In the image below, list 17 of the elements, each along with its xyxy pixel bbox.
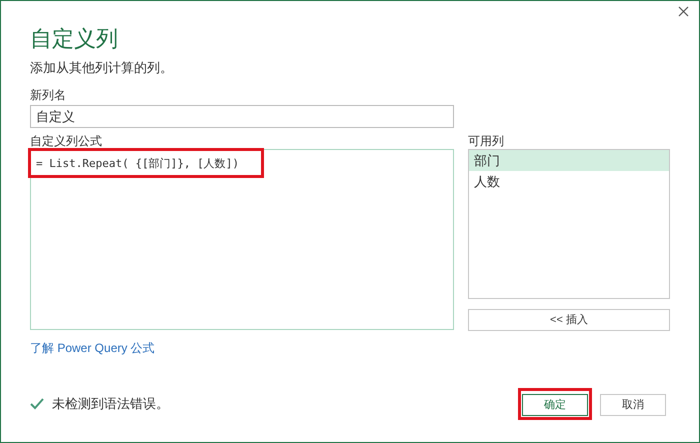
field-label: 可用列	[468, 133, 505, 149]
cancel-button[interactable]: 取消	[600, 394, 666, 416]
column-list-item[interactable]: 人数	[469, 171, 669, 192]
formula-editor[interactable]: = List.Repeat( {[部门]}, [人数])	[30, 149, 454, 330]
column-name-input[interactable]: 自定义	[30, 105, 454, 128]
formula-text: = List.Repeat( {[部门]}, [人数])	[36, 156, 239, 172]
ok-button[interactable]: 确定	[522, 394, 588, 416]
field-label: 新列名	[30, 87, 67, 103]
close-icon[interactable]	[678, 6, 689, 17]
insert-button[interactable]: << 插入	[468, 309, 670, 331]
status-message: 未检测到语法错误。	[52, 395, 169, 414]
field-label: 自定义列公式	[30, 133, 103, 149]
dialog-title: 自定义列	[30, 25, 119, 53]
column-list-item[interactable]: 部门	[469, 150, 669, 171]
dialog-description: 添加从其他列计算的列。	[30, 59, 174, 77]
checkmark-icon	[30, 398, 44, 410]
learn-link[interactable]: 了解 Power Query 公式	[30, 339, 155, 357]
